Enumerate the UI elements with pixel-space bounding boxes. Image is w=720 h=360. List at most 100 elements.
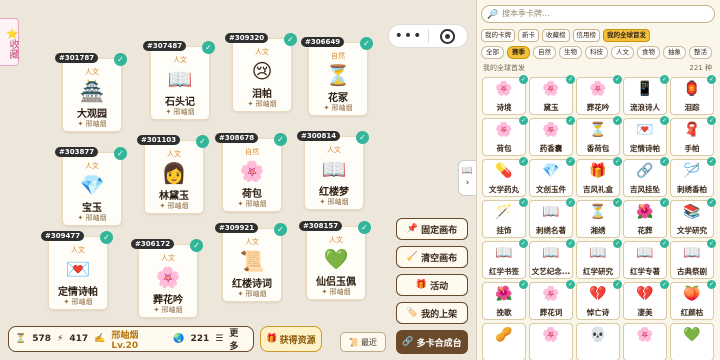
search-placeholder: 搜本季卡牌... [502,9,550,18]
my-listings-button[interactable]: 🏷️ 我的上架 [396,302,468,324]
library-card-name: 红学书签 [489,267,519,276]
library-card-name: 文学药丸 [489,185,519,194]
library-card-name: 吉风挂坠 [630,185,660,194]
library-card[interactable]: 💔 悼亡诗 ✓ [576,280,622,320]
level-icon: ✍️ [94,334,106,344]
library-card[interactable]: ⏳ 湘绣 ✓ [576,198,622,238]
library-card[interactable]: 🌸 药香囊 ✓ [529,116,575,156]
category-tab[interactable]: 食物 [637,46,660,59]
library-card-name: 红学专著 [630,267,660,276]
library-card-emoji-icon: 🌸 [542,327,560,343]
library-card-name: 刺绣香柏 [677,185,707,194]
library-card[interactable]: 📖 文艺纪念... ✓ [529,239,575,279]
canvas-card[interactable]: #308157 ✓ 人文 💚 仙侣玉佩 ✦ 邢岫烟 [299,221,371,300]
target-icon [440,28,456,44]
filter-chip[interactable]: 收藏榜 [542,29,570,42]
library-card[interactable]: 💔 凄美 ✓ [623,280,669,320]
card-name: 红楼梦 [319,187,349,198]
library-card[interactable]: 💌 定情诗帕 ✓ [623,116,669,156]
library-card-name: 黛玉 [543,103,559,112]
library-card[interactable]: ⏳ 香荷包 ✓ [576,116,622,156]
library-card[interactable]: 🔗 吉风挂坠 ✓ [623,157,669,197]
library-card[interactable]: 📖 古典祭剧 ✓ [670,239,716,279]
player-level[interactable]: 邢岫烟 Lv.20 [111,328,167,351]
events-button[interactable]: 🎁 活动 [396,274,468,296]
category-tab[interactable]: 抽象 [663,46,686,59]
library-card[interactable]: 💎 文创玉件 ✓ [529,157,575,197]
search-input[interactable]: 🔎 搜本季卡牌... [481,5,715,23]
library-card[interactable]: 🧣 手帕 ✓ [670,116,716,156]
category-tab[interactable]: 整活 [689,46,712,59]
canvas-card[interactable]: #306172 ✓ 人文 🌸 葬花吟 ✦ 邢岫烟 [131,239,203,318]
library-card[interactable]: 🥜 [482,323,526,360]
card-creator-tag: ✦ 邢岫烟 [247,100,277,108]
category-tab[interactable]: 人文 [611,46,634,59]
filter-chip[interactable]: 信用榜 [572,29,600,42]
library-card[interactable]: 💊 文学药丸 ✓ [482,157,528,197]
clear-canvas-button[interactable]: 🧹 清空画布 [396,246,468,268]
library-card[interactable]: 🍑 红颜枯 ✓ [670,280,716,320]
panel-toggle-button[interactable]: 📖 › [458,160,476,196]
library-card[interactable]: 🎁 吉风礼盒 ✓ [576,157,622,197]
filter-chip[interactable]: 新卡 [518,29,539,42]
library-card[interactable]: 📖 红学研究 ✓ [576,239,622,279]
check-icon: ✓ [707,157,716,166]
canvas-card[interactable]: #301787 ✓ 人文 🏯 大观园 ✦ 邢岫烟 [55,53,127,132]
canvas-card[interactable]: #309320 ✓ 人文 😢 泪帕 ✦ 邢岫烟 [225,33,297,112]
canvas-card[interactable]: #303877 ✓ 人文 💎 宝玉 ✦ 邢岫烟 [55,147,127,226]
favorites-tab[interactable]: ⭐收藏 [0,18,19,66]
card-name: 荷包 [242,189,262,200]
canvas-card[interactable]: #309921 ✓ 人文 📜 红楼诗词 ✦ 邢岫烟 [215,223,287,302]
library-card[interactable]: 🪄 挂饰 ✓ [482,198,528,238]
library-card[interactable]: 📖 红学专著 ✓ [623,239,669,279]
library-card[interactable]: 🪡 刺绣香柏 ✓ [670,157,716,197]
library-card[interactable]: 📖 红学书签 ✓ [482,239,528,279]
recent-button[interactable]: 📜 最近 [340,332,386,352]
multi-card-synthesis-button[interactable]: 🔗 多卡合成台 [396,330,468,354]
library-card[interactable]: 🌸 [529,323,573,360]
more-menu-icon[interactable]: ••• [389,28,428,44]
canvas-card[interactable]: #308678 ✓ 自然 🌸 荷包 ✦ 邢岫烟 [215,133,287,212]
library-card[interactable]: 📚 文学研究 ✓ [670,198,716,238]
library-card[interactable]: 🏮 泪踪 ✓ [670,75,716,115]
more-button[interactable]: 更多 [229,326,247,352]
canvas-card[interactable]: #300814 ✓ 人文 📖 红楼梦 ✦ 邢岫烟 [297,131,369,210]
library-card[interactable]: 📱 流浪诗人 ✓ [623,75,669,115]
category-tab[interactable]: 科技 [585,46,608,59]
canvas-card[interactable]: #301103 ✓ 人文 👩 林黛玉 ✦ 邢岫烟 [137,135,209,214]
category-tab[interactable]: 生物 [559,46,582,59]
filter-chip[interactable]: 我的卡牌 [481,29,515,42]
check-icon: ✓ [613,75,622,84]
close-program-button[interactable] [429,28,467,44]
library-card[interactable]: 🌸 [623,323,667,360]
filter-chip[interactable]: 我的全球首发 [603,29,650,42]
check-icon: ✓ [356,131,369,144]
library-card[interactable]: 🌺 挽歌 ✓ [482,280,528,320]
check-icon: ✓ [114,53,127,66]
canvas-card[interactable]: #306649 ✓ 自然 ⏳ 花冢 ✦ 邢岫烟 [301,37,373,116]
category-tab[interactable]: 赛季 [507,46,530,59]
library-card[interactable]: 🌺 花葬 ✓ [623,198,669,238]
chevron-right-icon: › [465,178,470,188]
events-label: 活动 [430,281,449,292]
canvas-card[interactable]: #307487 ✓ 人文 📖 石头记 ✦ 邢岫烟 [143,41,215,120]
canvas-card[interactable]: #309477 ✓ 人文 💌 定情诗帕 ✦ 邢岫烟 [41,231,113,310]
get-resources-button[interactable]: 🎁 获得资源 [260,326,322,352]
library-card[interactable]: 📖 刺绣名著 ✓ [529,198,575,238]
library-card[interactable]: 💀 [576,323,620,360]
recent-label: 最近 [360,337,377,347]
gift-box-icon: 🎁 [266,334,278,344]
library-card[interactable]: 🌸 葬花词 ✓ [529,280,575,320]
pin-canvas-button[interactable]: 📌 固定画布 [396,218,468,240]
card-category: 人文 [245,238,259,246]
card-creator-tag: ✦ 邢岫烟 [159,202,189,210]
library-card[interactable]: 🌸 黛玉 ✓ [529,75,575,115]
card-id-badge: #300814 [297,131,341,141]
library-card[interactable]: 🌸 诗境 ✓ [482,75,528,115]
library-card[interactable]: 🌸 葬花吟 ✓ [576,75,622,115]
category-tab[interactable]: 自然 [533,46,556,59]
card-category: 人文 [85,162,99,170]
library-card[interactable]: 🌸 荷包 ✓ [482,116,528,156]
library-card[interactable]: 💚 [670,323,714,360]
category-tab[interactable]: 全部 [481,46,504,59]
